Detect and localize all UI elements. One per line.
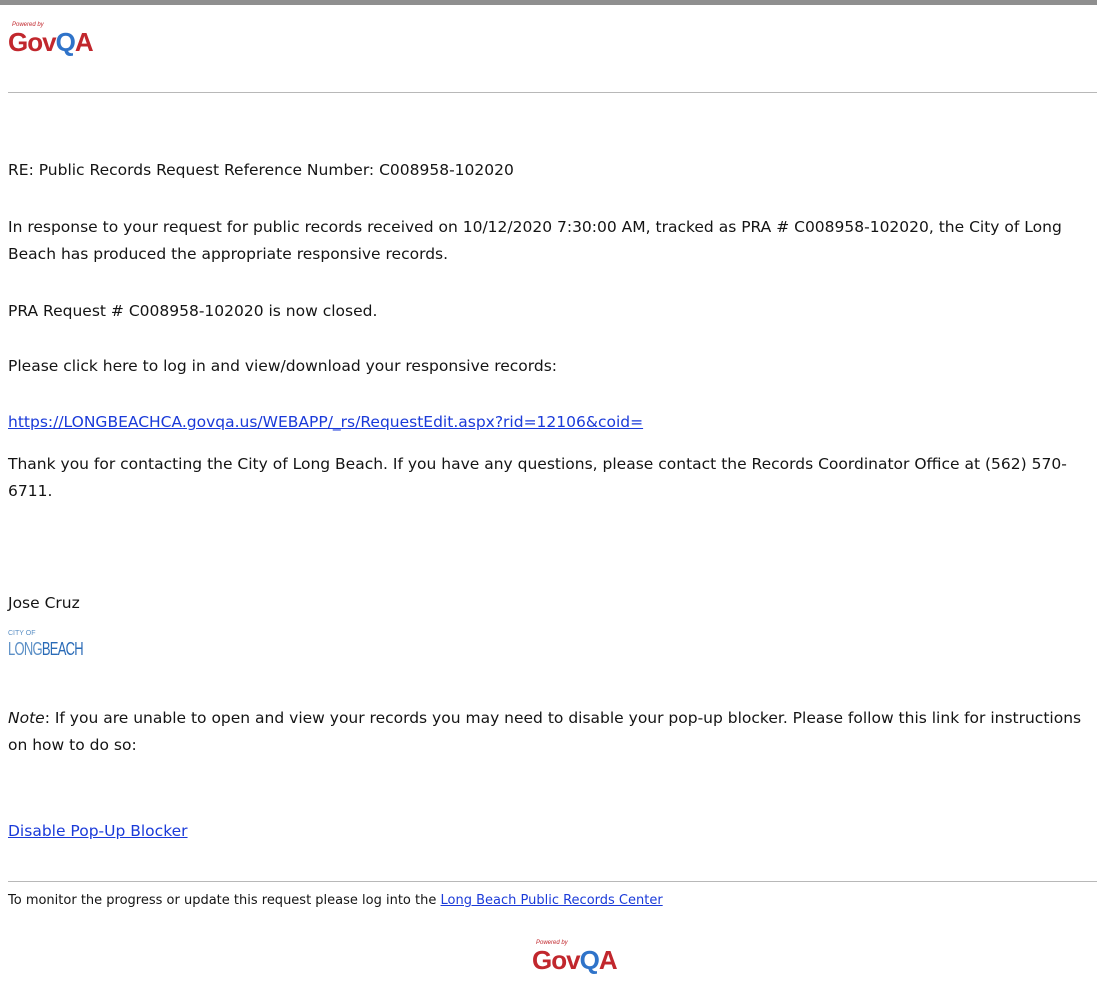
govqa-logo-footer: Powered by Gov Q A — [532, 940, 618, 975]
footer-monitor-text: To monitor the progress or update this r… — [8, 893, 663, 908]
click-instruction: Please click here to log in and view/dow… — [8, 357, 558, 375]
subject-line: RE: Public Records Request Reference Num… — [8, 161, 514, 179]
top-border-bar — [0, 0, 1097, 5]
note-label: Note — [8, 709, 45, 727]
govqa-wordmark: Gov Q A — [8, 27, 94, 57]
signature-name: Jose Cruz — [8, 594, 80, 612]
govqa-wordmark: Gov Q A — [532, 945, 618, 975]
records-link[interactable]: https://LONGBEACHCA.govqa.us/WEBAPP/_rs/… — [8, 409, 643, 436]
header-divider — [8, 92, 1097, 93]
thanks-paragraph: Thank you for contacting the City of Lon… — [8, 455, 1067, 500]
response-paragraph: In response to your request for public r… — [8, 218, 1062, 263]
govqa-logo-header: Powered by Gov Q A — [8, 22, 94, 57]
note-text: : If you are unable to open and view you… — [8, 709, 1082, 754]
footer-divider — [8, 881, 1097, 882]
note-paragraph: Note: If you are unable to open and view… — [8, 705, 1093, 759]
city-of-long-beach-logo: CITY OF LONGBEACH — [8, 630, 84, 659]
public-records-center-link[interactable]: Long Beach Public Records Center — [441, 893, 663, 908]
disable-popup-blocker-link[interactable]: Disable Pop-Up Blocker — [8, 818, 188, 845]
request-status-line: PRA Request # C008958-102020 is now clos… — [8, 302, 378, 320]
